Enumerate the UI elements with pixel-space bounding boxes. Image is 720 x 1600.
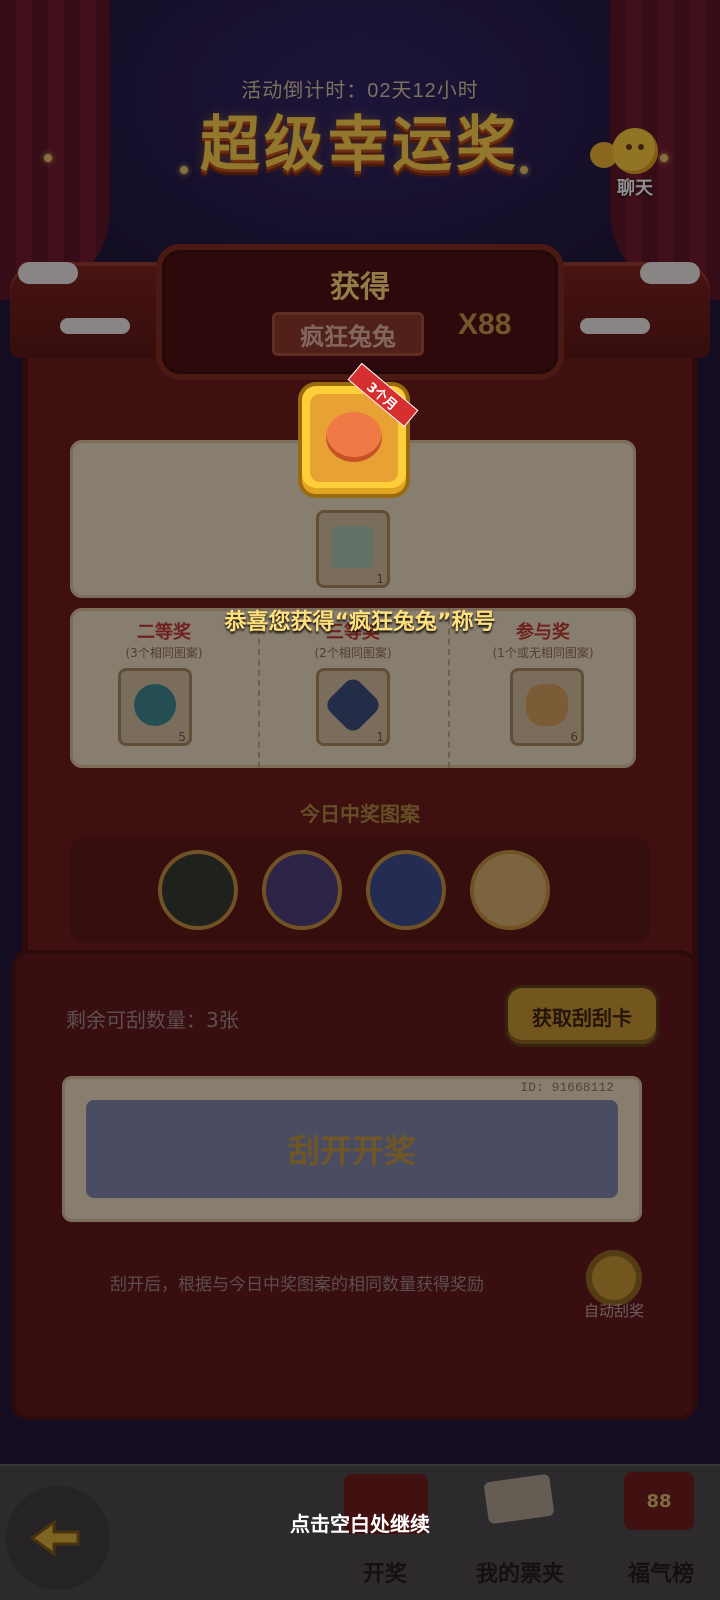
snow-decoration bbox=[640, 262, 700, 284]
auto-scratch-button[interactable]: 自动刮奖 bbox=[572, 1250, 656, 1330]
item-slot: 6 bbox=[510, 668, 584, 746]
snow-decoration bbox=[60, 318, 130, 334]
pattern-avatar bbox=[158, 850, 238, 930]
item-slot: 5 bbox=[118, 668, 192, 746]
item-count: 1 bbox=[376, 572, 384, 586]
item-slot: 1 bbox=[316, 668, 390, 746]
pattern-avatar bbox=[470, 850, 550, 930]
prize-name: 疯狂兔兔 bbox=[272, 312, 424, 356]
prize-count: X88 bbox=[458, 308, 512, 341]
gear-icon bbox=[586, 1250, 642, 1306]
chat-face-icon bbox=[612, 128, 658, 174]
reward-card: 3个月 bbox=[302, 362, 419, 494]
snow-decoration bbox=[580, 318, 650, 334]
remaining-count-text: 剩余可刮数量：3张 bbox=[66, 1008, 239, 1032]
tier-desc: (1个或无相同图案) bbox=[492, 646, 594, 660]
today-pattern-bar bbox=[70, 838, 650, 942]
item-count: 6 bbox=[570, 730, 578, 744]
back-button[interactable] bbox=[6, 1486, 110, 1590]
ticket-id: ID: 91668112 bbox=[520, 1080, 614, 1095]
tab-label: 我的票夹 bbox=[475, 1562, 564, 1587]
item-count: 5 bbox=[178, 730, 186, 744]
scratch-area[interactable]: 刮开开奖 bbox=[86, 1100, 618, 1198]
scratch-ticket: ID: 91668112 刮开开奖 bbox=[62, 1076, 642, 1222]
tap-to-continue-text[interactable]: 点击空白处继续 bbox=[0, 1508, 720, 1537]
congrats-text: 恭喜您获得“疯狂兔兔”称号 bbox=[224, 610, 496, 635]
get-scratch-card-button[interactable]: 获取刮刮卡 bbox=[508, 988, 656, 1044]
tier-desc: (3个相同图案) bbox=[125, 646, 203, 660]
rabbit-icon bbox=[326, 412, 382, 462]
shirt-icon bbox=[332, 526, 374, 568]
auto-scratch-label: 自动刮奖 bbox=[583, 1302, 644, 1320]
pattern-avatar bbox=[262, 850, 342, 930]
snow-decoration bbox=[18, 262, 78, 284]
screen: 活动倒计时：02天12小时 超级幸运奖 聊天 获得 疯狂兔兔 X88 1 二等奖… bbox=[0, 0, 720, 1600]
tier-desc: (2个相同图案) bbox=[314, 646, 392, 660]
chat-button[interactable]: 聊天 bbox=[590, 128, 680, 200]
pattern-avatar bbox=[366, 850, 446, 930]
tab-label: 开奖 bbox=[362, 1562, 407, 1587]
item-count: 1 bbox=[376, 730, 384, 744]
crystal-icon bbox=[323, 675, 383, 735]
meat-icon bbox=[526, 684, 568, 726]
chat-label: 聊天 bbox=[617, 178, 653, 199]
item-slot: 1 bbox=[316, 510, 390, 588]
tab-label: 福气榜 bbox=[627, 1562, 694, 1587]
arrow-left-icon bbox=[29, 1519, 80, 1557]
plaque-title: 获得 bbox=[330, 270, 390, 305]
prize-plaque: 获得 疯狂兔兔 X88 bbox=[162, 250, 558, 374]
rule-text: 刮开后，根据与今日中奖图案的相同数量获得奖励 bbox=[110, 1275, 484, 1295]
today-pattern-title: 今日中奖图案 bbox=[300, 802, 420, 826]
gem-bag-icon bbox=[134, 684, 176, 726]
